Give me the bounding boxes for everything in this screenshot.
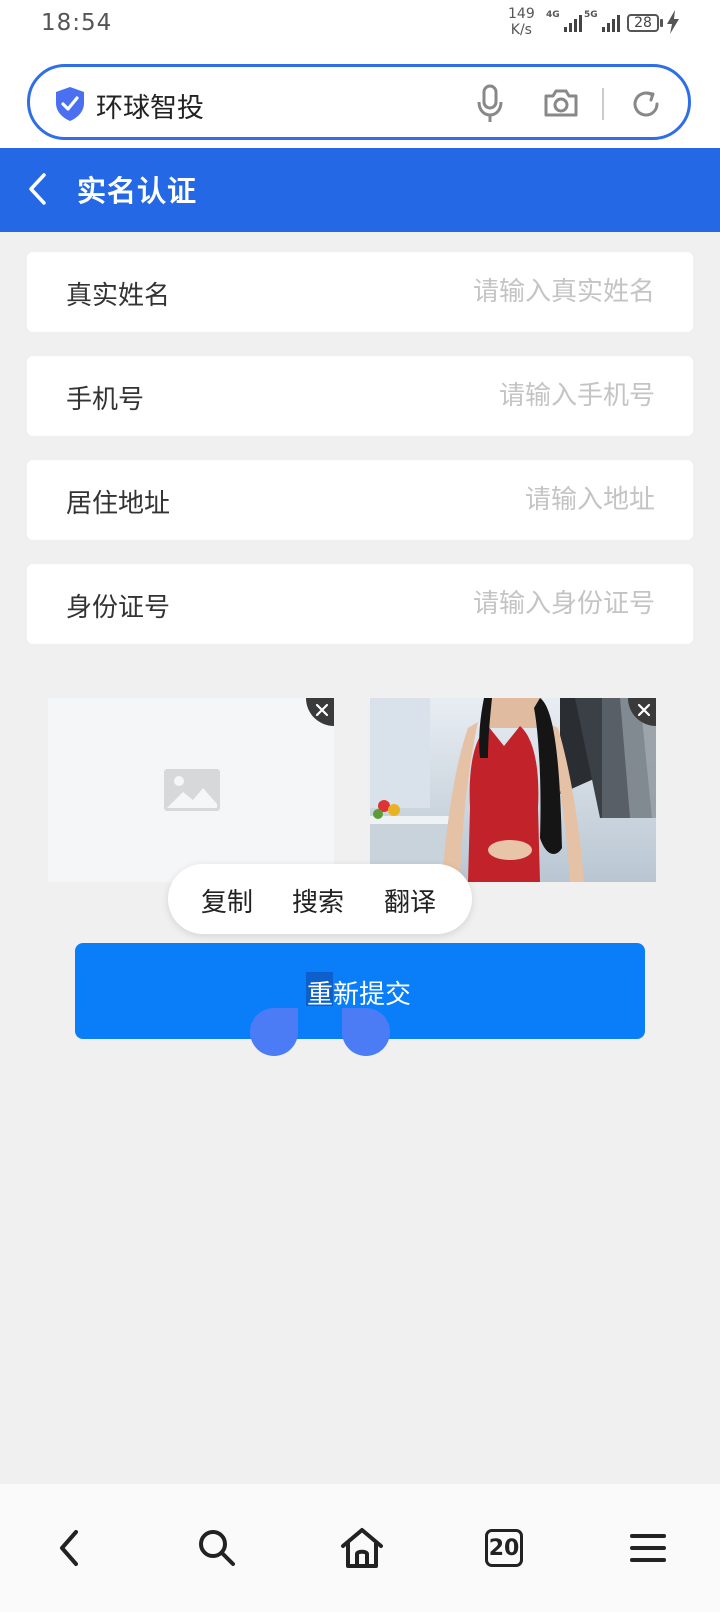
charging-icon (667, 10, 679, 34)
address-input[interactable] (355, 480, 655, 520)
menu-search[interactable]: 搜索 (292, 882, 344, 919)
resubmit-label-rest: 新提交 (333, 980, 412, 1010)
id-number-input[interactable] (355, 584, 655, 624)
id-photo-upload-front[interactable] (48, 698, 334, 882)
refresh-icon[interactable] (630, 88, 662, 120)
signal-5g-label: 5G (584, 10, 598, 20)
nav-menu-icon[interactable] (624, 1524, 672, 1572)
tab-count: 20 (488, 1536, 520, 1561)
nav-home-icon[interactable] (338, 1524, 386, 1572)
name-label: 真实姓名 (66, 281, 171, 311)
uploaded-photo-image (370, 698, 656, 882)
battery-level: 28 (634, 15, 652, 31)
name-input[interactable] (355, 272, 655, 312)
status-time: 18:54 (41, 10, 113, 36)
nav-back-icon[interactable] (46, 1524, 94, 1572)
form-row-phone: 手机号 (27, 356, 693, 436)
menu-translate[interactable]: 翻译 (384, 882, 436, 919)
phone-input[interactable] (355, 376, 655, 416)
microphone-icon[interactable] (476, 84, 504, 124)
phone-label: 手机号 (66, 385, 145, 415)
menu-copy[interactable]: 复制 (201, 882, 253, 919)
form-row-id-number: 身份证号 (27, 564, 693, 644)
network-speed: 149 K/s (508, 6, 535, 38)
text-selection-menu: 复制 搜索 翻译 (168, 864, 472, 934)
nav-tabs-button[interactable]: 20 (485, 1529, 523, 1567)
image-placeholder-icon (164, 769, 220, 811)
signal-4g-icon: 4G (546, 10, 582, 32)
battery-tip (660, 19, 663, 27)
status-bar: 18:54 149 K/s 4G 5G 28 (0, 0, 720, 50)
battery-icon: 28 (627, 14, 659, 32)
address-site-name[interactable]: 环球智投 (96, 86, 204, 125)
shield-check-icon (56, 87, 84, 121)
network-speed-value: 149 (508, 6, 535, 22)
id-photo-upload-back[interactable] (370, 698, 656, 882)
selection-handle-end[interactable] (342, 1008, 390, 1056)
network-speed-unit: K/s (510, 22, 532, 38)
signal-5g-icon: 5G (584, 10, 620, 32)
address-label: 居住地址 (66, 489, 171, 519)
id-number-label: 身份证号 (66, 593, 171, 623)
signal-4g-label: 4G (546, 10, 560, 20)
resubmit-label: 重新提交 (307, 974, 411, 1011)
form-row-address: 居住地址 (27, 460, 693, 540)
resubmit-label-selected: 重 (307, 980, 334, 1010)
camera-icon[interactable] (543, 88, 579, 118)
page-title: 实名认证 (77, 174, 198, 208)
address-divider (602, 88, 604, 120)
back-arrow-icon[interactable] (26, 172, 48, 206)
nav-search-icon[interactable] (193, 1524, 241, 1572)
selection-handle-start[interactable] (250, 1008, 298, 1056)
form-row-name: 真实姓名 (27, 252, 693, 332)
